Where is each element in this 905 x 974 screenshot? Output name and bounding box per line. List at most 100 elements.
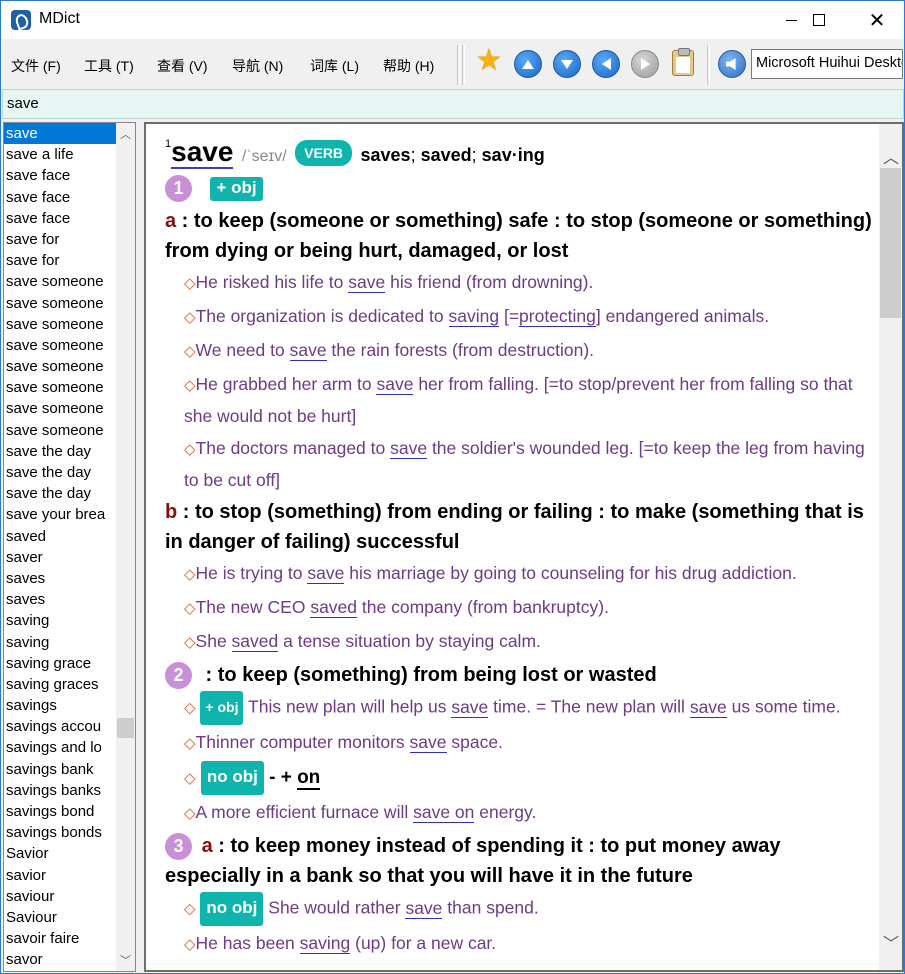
highlighted-word[interactable]: saved [310, 597, 358, 618]
word-list-item[interactable]: save the day [4, 483, 116, 504]
word-list-item[interactable]: save a life [4, 144, 116, 165]
word-list-item[interactable]: savings accou [4, 716, 116, 737]
word-list-item[interactable]: save for [4, 229, 116, 250]
word-list-item[interactable]: save someone [4, 420, 116, 441]
word-list-item[interactable]: save someone [4, 356, 116, 377]
sense-1-header: 1 + obj [165, 175, 875, 205]
bullet-icon: ◇ [184, 275, 196, 292]
voice-select[interactable]: Microsoft Huihui Desktop [751, 49, 903, 79]
word-list-item[interactable]: saving [4, 610, 116, 631]
word-list-item[interactable]: saved [4, 526, 116, 547]
highlighted-word[interactable]: save [348, 272, 386, 293]
example: ◇ no obj She would rather save than spen… [165, 892, 875, 926]
word-list-item[interactable]: saves [4, 589, 116, 610]
highlighted-word[interactable]: saved [231, 631, 279, 652]
example: ◇A more efficient furnace will save on e… [184, 802, 537, 823]
word-list-item[interactable]: Savior [4, 843, 116, 864]
word-list-item[interactable]: save someone [4, 271, 116, 292]
highlighted-word[interactable]: save [689, 696, 727, 718]
highlighted-word[interactable]: save [451, 696, 489, 718]
word-list-item[interactable]: save the day [4, 441, 116, 462]
menu-help[interactable]: 帮助 (H) [383, 56, 434, 76]
menu-library[interactable]: 词库 (L) [310, 56, 359, 76]
scrollbar-thumb[interactable] [880, 168, 901, 318]
word-list-item[interactable]: save someone [4, 377, 116, 398]
word-list-item[interactable]: savior [4, 865, 116, 886]
word-list-scrollbar[interactable]: ︿ ﹀ [116, 123, 135, 971]
highlighted-word[interactable]: save [376, 374, 414, 395]
word-list-item[interactable]: savoir faire [4, 928, 116, 949]
speaker-icon[interactable] [718, 50, 746, 78]
word-list-item[interactable]: save someone [4, 314, 116, 335]
word-list-item[interactable]: savor [4, 949, 116, 970]
highlighted-word[interactable]: save [409, 732, 447, 753]
word-list-item[interactable]: save face [4, 208, 116, 229]
maximize-button[interactable] [796, 1, 842, 39]
menu-navigate[interactable]: 导航 (N) [232, 56, 283, 76]
scroll-down-icon[interactable]: ﹀ [883, 930, 899, 954]
word-list-item[interactable]: saving grace [4, 653, 116, 674]
clipboard-icon[interactable] [672, 48, 694, 76]
word-list-item[interactable]: savings and lo [4, 737, 116, 758]
word-list-item[interactable]: saving [4, 632, 116, 653]
part-of-speech-badge: VERB [295, 140, 353, 166]
highlighted-word[interactable]: save on [413, 802, 475, 823]
headword: save [171, 136, 234, 169]
bullet-icon: ◇ [184, 343, 196, 360]
highlighted-word[interactable]: saving [299, 933, 351, 954]
word-list-item[interactable]: save [4, 123, 116, 145]
word-list-item[interactable]: saves [4, 568, 116, 589]
toolbar-separator [457, 45, 460, 85]
word-list-item[interactable]: save someone [4, 293, 116, 314]
word-list-item[interactable]: save someone [4, 335, 116, 356]
definition-1a: a : to keep (someone or something) safe … [165, 206, 875, 266]
example: ◇He has been saving (up) for a new car. [184, 933, 497, 954]
highlighted-word[interactable]: saving [448, 306, 500, 327]
example: ◇Thinner computer monitors save space. [184, 732, 503, 753]
word-list: save save a life save face save face save fa… [4, 123, 116, 971]
word-list-item[interactable]: save your brea [4, 504, 116, 525]
grammar-badge: no obj [200, 761, 264, 795]
definition-panel: 1save /ˈseɪv/ VERB saves; saved; sav·ing… [144, 122, 904, 972]
forward-icon[interactable] [631, 50, 659, 78]
menu-file[interactable]: 文件 (F) [11, 56, 61, 76]
scroll-down-icon[interactable]: ﹀ [116, 951, 135, 968]
word-list-item[interactable]: save for [4, 250, 116, 271]
highlighted-word[interactable]: save [405, 897, 443, 919]
word-list-item[interactable]: Saviour [4, 907, 116, 928]
word-list-item[interactable]: save the day [4, 462, 116, 483]
phrase-link[interactable]: on [297, 767, 321, 791]
scrollbar-thumb[interactable] [117, 718, 134, 738]
menu-view[interactable]: 查看 (V) [157, 56, 208, 76]
scroll-up-icon[interactable]: ︿ [116, 125, 135, 142]
definition-scrollbar[interactable]: ︿ ﹀ [879, 124, 902, 970]
highlighted-word[interactable]: save [289, 340, 327, 361]
highlighted-word[interactable]: protecting [519, 306, 596, 327]
search-input[interactable]: save [2, 89, 904, 119]
word-list-item[interactable]: saving graces [4, 674, 116, 695]
back-icon[interactable] [592, 50, 620, 78]
highlighted-word[interactable]: save [390, 438, 428, 459]
star-icon[interactable]: ★ [475, 46, 503, 76]
word-list-item[interactable]: saver [4, 547, 116, 568]
word-list-item[interactable]: saviour [4, 886, 116, 907]
form-separator: ; [471, 145, 477, 165]
word-list-item[interactable]: savings bond [4, 801, 116, 822]
definition-content: 1save /ˈseɪv/ VERB saves; saved; sav·ing… [165, 136, 875, 962]
arrow-up-icon[interactable] [514, 50, 542, 78]
definition-3: 3 a : to keep money instead of spending … [165, 831, 875, 891]
menu-tools[interactable]: 工具 (T) [84, 56, 134, 76]
arrow-down-icon[interactable] [553, 50, 581, 78]
word-list-item[interactable]: savings banks [4, 780, 116, 801]
word-list-item[interactable]: savings bonds [4, 822, 116, 843]
scroll-up-icon[interactable]: ︿ [883, 144, 899, 168]
word-list-item[interactable]: savings bank [4, 759, 116, 780]
word-list-item[interactable]: savings [4, 695, 116, 716]
close-button[interactable]: ✕ [854, 1, 900, 39]
word-list-item[interactable]: save someone [4, 398, 116, 419]
word-list-item[interactable]: save face [4, 165, 116, 186]
highlighted-word[interactable]: save [307, 563, 345, 584]
grammar-badge: no obj [200, 892, 264, 926]
definition-text: : to stop (something) from ending or fai… [165, 501, 864, 553]
word-list-item[interactable]: save face [4, 187, 116, 208]
